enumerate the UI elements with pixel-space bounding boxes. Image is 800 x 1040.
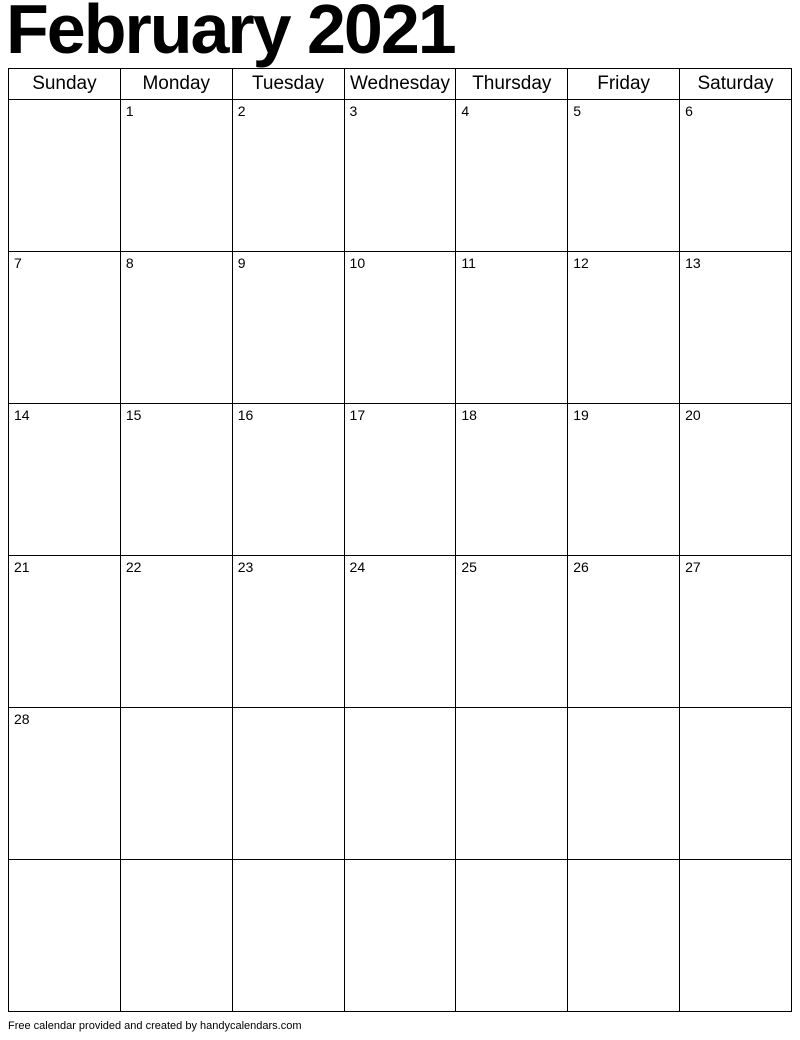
calendar-cell: 4 <box>456 100 568 252</box>
calendar-cell <box>120 860 232 1012</box>
calendar-cell: 8 <box>120 252 232 404</box>
calendar-cell <box>456 860 568 1012</box>
calendar-grid: Sunday Monday Tuesday Wednesday Thursday… <box>8 68 792 1012</box>
calendar-cell: 3 <box>344 100 456 252</box>
calendar-title: February 2021 <box>0 0 800 64</box>
calendar-cell: 15 <box>120 404 232 556</box>
calendar-cell: 12 <box>568 252 680 404</box>
calendar-cell: 5 <box>568 100 680 252</box>
calendar-cell: 23 <box>232 556 344 708</box>
calendar-cell: 9 <box>232 252 344 404</box>
day-header: Friday <box>568 69 680 100</box>
day-header: Monday <box>120 69 232 100</box>
calendar-cell <box>9 100 121 252</box>
calendar-cell: 27 <box>680 556 792 708</box>
calendar-cell: 18 <box>456 404 568 556</box>
calendar-cell: 16 <box>232 404 344 556</box>
day-header: Thursday <box>456 69 568 100</box>
calendar-cell: 21 <box>9 556 121 708</box>
calendar-cell: 13 <box>680 252 792 404</box>
calendar-cell: 22 <box>120 556 232 708</box>
calendar-cell <box>680 860 792 1012</box>
day-header: Wednesday <box>344 69 456 100</box>
calendar-cell: 28 <box>9 708 121 860</box>
calendar-cell <box>232 860 344 1012</box>
calendar-cell: 25 <box>456 556 568 708</box>
day-header: Sunday <box>9 69 121 100</box>
calendar-cell: 24 <box>344 556 456 708</box>
calendar-cell: 20 <box>680 404 792 556</box>
calendar-cell <box>456 708 568 860</box>
calendar-cell: 17 <box>344 404 456 556</box>
calendar-cell: 11 <box>456 252 568 404</box>
footer-credit: Free calendar provided and created by ha… <box>0 1016 800 1032</box>
calendar-cell <box>9 860 121 1012</box>
calendar-cell <box>344 860 456 1012</box>
calendar-cell: 19 <box>568 404 680 556</box>
calendar-cell <box>680 708 792 860</box>
calendar-cell: 7 <box>9 252 121 404</box>
calendar-cell: 6 <box>680 100 792 252</box>
calendar-cell <box>120 708 232 860</box>
calendar-cell <box>568 860 680 1012</box>
day-header: Saturday <box>680 69 792 100</box>
calendar-cell: 14 <box>9 404 121 556</box>
calendar-cell: 2 <box>232 100 344 252</box>
calendar-cell: 26 <box>568 556 680 708</box>
calendar-cell: 10 <box>344 252 456 404</box>
calendar-cell <box>232 708 344 860</box>
calendar-cell <box>568 708 680 860</box>
calendar-cell: 1 <box>120 100 232 252</box>
calendar-cell <box>344 708 456 860</box>
day-header: Tuesday <box>232 69 344 100</box>
